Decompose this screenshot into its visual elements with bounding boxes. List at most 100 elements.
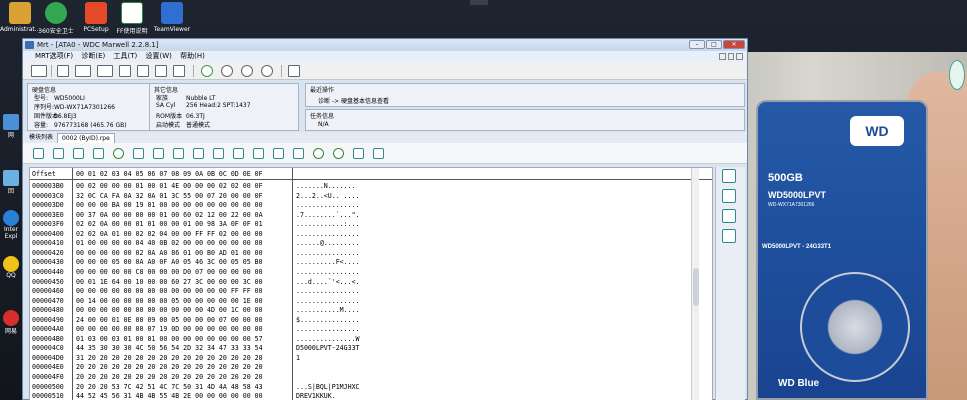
module-list-label[interactable]: 模块列表 xyxy=(29,134,53,141)
menu-item-mrt[interactable]: MRT选项(F) xyxy=(35,52,73,60)
hex-ascii[interactable]: DREV1KKUK. xyxy=(296,391,336,400)
menu-item-diagnose[interactable]: 诊断(E) xyxy=(81,52,105,60)
hex-ascii[interactable]: D5000LPVT-24G33T xyxy=(296,343,360,354)
id-icon[interactable] xyxy=(75,65,91,77)
disk-info-panel: 硬盘信息 型号: WD5000LI 序列号:WD-WX71A7301266 固件版… xyxy=(27,83,163,131)
exit-icon[interactable] xyxy=(288,65,300,77)
scroll-indicator-icon[interactable] xyxy=(949,60,965,90)
columns-icon[interactable] xyxy=(93,148,104,159)
play-icon[interactable] xyxy=(201,65,213,77)
hex-bytes[interactable]: 44 52 45 56 31 4B 4B 55 4B 2E 00 00 00 0… xyxy=(76,391,263,400)
boot-mode-row: 启动模式 普通模式 xyxy=(156,120,210,129)
text-icon[interactable] xyxy=(722,169,736,183)
desktop-left-item[interactable]: QQ xyxy=(2,256,20,279)
maximize-button[interactable]: □ xyxy=(706,40,722,49)
mrt-window: Mrt - [ATA0 - WDC Marwell 2.2.8.1] – □ ✕… xyxy=(22,38,748,400)
transfer-icon[interactable] xyxy=(293,148,304,159)
save-icon[interactable] xyxy=(173,65,185,77)
drive-select-icon[interactable] xyxy=(31,65,47,77)
desktop-left-item[interactable]: 回 xyxy=(2,170,20,195)
hdd-serial: WD-WX71A7301266 xyxy=(768,202,815,208)
hex-vertical-scrollbar[interactable] xyxy=(691,168,699,400)
desktop-left-label: 网 xyxy=(7,132,14,139)
database-icon[interactable] xyxy=(213,148,224,159)
list-view-icon[interactable] xyxy=(722,229,736,243)
last-operation-panel: 最近操作 诊断 -> 硬盘基本信息查看 xyxy=(305,83,745,107)
hdd-capacity: 500GB xyxy=(768,172,803,184)
open-icon[interactable] xyxy=(133,148,144,159)
pause-icon[interactable] xyxy=(241,65,253,77)
minimize-button[interactable]: – xyxy=(689,40,705,49)
refresh-icon[interactable] xyxy=(73,148,84,159)
record-icon[interactable] xyxy=(113,148,124,159)
sync-icon[interactable] xyxy=(233,148,244,159)
task-info-title: 任务信息 xyxy=(310,113,335,120)
toolbar-separator xyxy=(51,65,52,77)
scrollbar-thumb[interactable] xyxy=(693,268,699,306)
calendar-icon[interactable] xyxy=(722,209,736,223)
report-icon[interactable] xyxy=(57,65,69,77)
save-file-icon[interactable] xyxy=(153,148,164,159)
stop-icon[interactable] xyxy=(221,65,233,77)
menu-item-tools[interactable]: 工具(T) xyxy=(114,52,138,60)
column-header: 00 01 02 03 04 05 06 07 08 09 0A 0B 0C 0… xyxy=(76,170,263,178)
hex-editor[interactable]: Offset 00 01 02 03 04 05 06 07 08 09 0A … xyxy=(29,167,713,400)
offset-header: Offset xyxy=(32,170,56,178)
edit-block-icon[interactable] xyxy=(353,148,364,159)
menu-item-help[interactable]: 帮助(H) xyxy=(180,52,205,60)
kv-key: 容量: xyxy=(34,122,49,129)
desktop-icon-label: TeamViewer xyxy=(153,26,191,33)
zoom-in-icon[interactable] xyxy=(333,148,344,159)
desktop-left-label: 回 xyxy=(7,188,14,195)
task-info-text: N/A xyxy=(318,121,329,128)
desktop-left-item[interactable]: 网 xyxy=(2,114,20,139)
kv-key: 启动模式 xyxy=(156,122,181,129)
last-operation-text: 诊断 -> 硬盘基本信息查看 xyxy=(318,98,390,105)
netease-icon xyxy=(3,310,19,326)
kv-key: ROM版本 xyxy=(156,113,183,120)
list-icon[interactable] xyxy=(119,65,131,77)
family-row: 家族 Nubble LT xyxy=(156,93,215,102)
sa-cyl-row: SA Cyl 256 Head:2 SPT:1437 xyxy=(156,102,251,109)
hdd-photo: WD 500GB WD5000LPVT WD-WX71A7301266 WD50… xyxy=(748,52,967,400)
desktop-icon-admin[interactable]: Administrat... xyxy=(0,2,41,33)
split-icon[interactable] xyxy=(253,148,264,159)
copy-icon[interactable] xyxy=(33,148,44,159)
recycle-bin-icon xyxy=(3,170,19,186)
toolbar-separator xyxy=(193,65,194,77)
table-icon[interactable] xyxy=(137,65,149,77)
desktop-left-item[interactable]: 网易 xyxy=(2,310,20,335)
smart-icon[interactable] xyxy=(97,65,113,77)
desktop-icon-teamviewer[interactable]: TeamViewer xyxy=(152,2,192,33)
sa-cyl-value: 256 Head:2 SPT:1437 xyxy=(186,102,251,109)
desktop-icon-pcsetup[interactable]: PCSetup xyxy=(76,2,116,33)
desktop-left-label: QQ xyxy=(6,272,16,279)
close-button[interactable]: ✕ xyxy=(723,40,745,49)
edit-icon[interactable] xyxy=(155,65,167,77)
cancel-icon[interactable] xyxy=(261,65,273,77)
window-title: Mrt - [ATA0 - WDC Marwell 2.2.8.1] xyxy=(37,41,159,49)
desktop-icon-360[interactable]: 360安全卫士 xyxy=(36,2,76,35)
merge-icon[interactable] xyxy=(273,148,284,159)
hdd-model: WD5000LPVT xyxy=(768,190,827,200)
window-titlebar[interactable]: Mrt - [ATA0 - WDC Marwell 2.2.8.1] – □ ✕ xyxy=(23,39,747,51)
desktop-left-strip: 网 回 Inter Expl QQ 网易 xyxy=(0,30,22,400)
menu-item-settings[interactable]: 设置(W) xyxy=(146,52,172,60)
tab-module-file[interactable]: 0002 (ByID).rpe xyxy=(57,133,115,143)
desktop-left-item[interactable]: Inter Expl xyxy=(2,210,20,240)
module-toolbar xyxy=(23,143,747,164)
document-icon[interactable] xyxy=(173,148,184,159)
desktop-icon-label: 360安全卫士 xyxy=(38,28,74,35)
mdi-close-button[interactable] xyxy=(736,53,744,60)
desktop-icon-doc[interactable]: FF使用说明 xyxy=(112,2,152,35)
mdi-restore-button[interactable] xyxy=(727,53,735,60)
hex-ascii[interactable]: 1 xyxy=(296,353,300,364)
image-icon[interactable] xyxy=(373,148,384,159)
zoom-out-icon[interactable] xyxy=(313,148,324,159)
rom-value: 06.3TJ xyxy=(186,113,205,120)
mdi-minimize-button[interactable] xyxy=(719,53,726,60)
paste-icon[interactable] xyxy=(53,148,64,159)
hex-view-icon[interactable] xyxy=(722,189,736,203)
target-icon[interactable] xyxy=(193,148,204,159)
boot-mode-value: 普通模式 xyxy=(186,122,211,129)
